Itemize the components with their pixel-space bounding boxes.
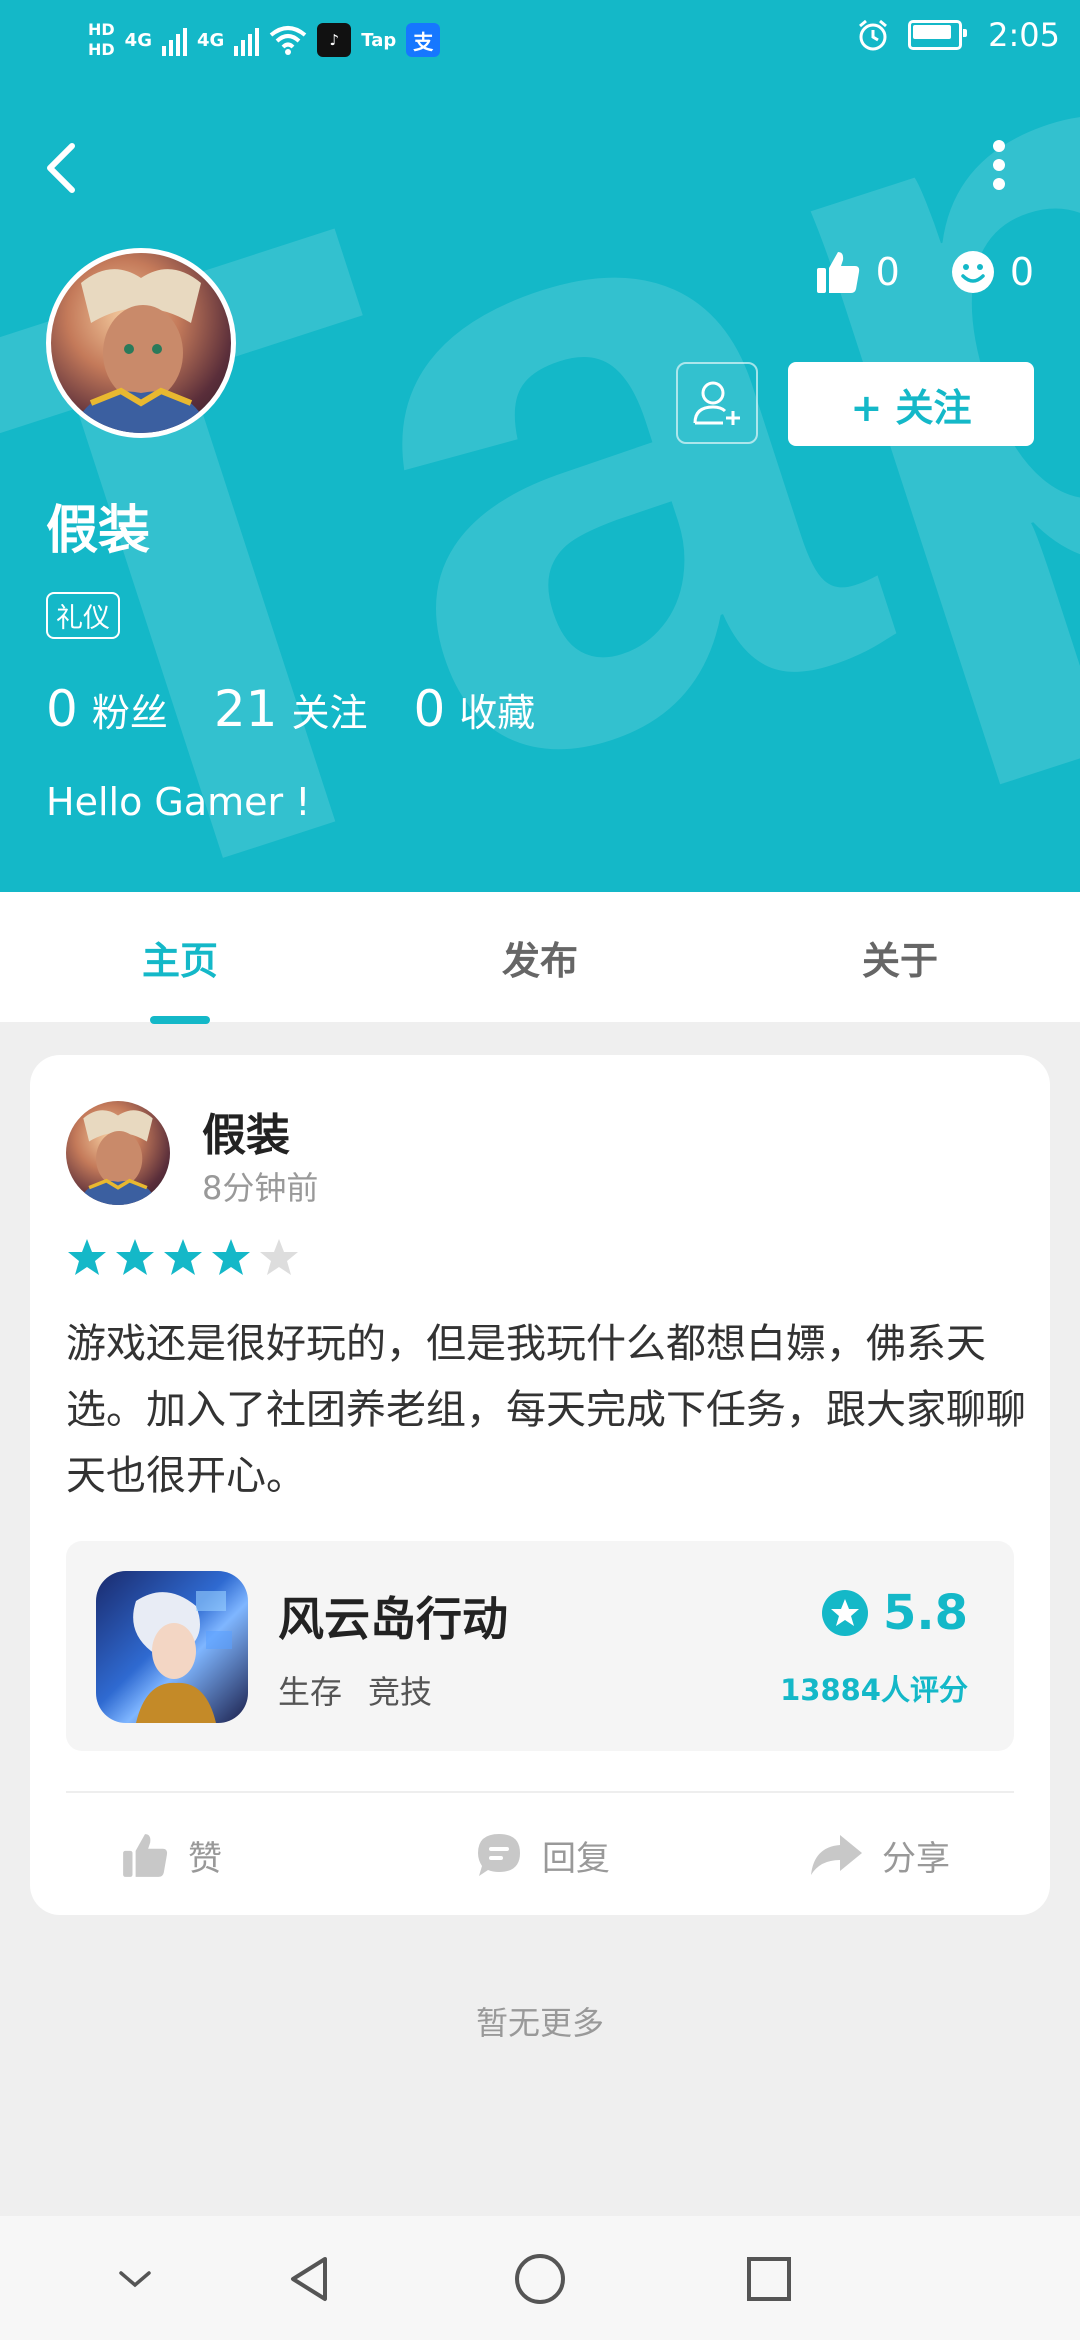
author-name[interactable]: 假装 bbox=[202, 1099, 290, 1163]
profile-counts: 0 粉丝 21 关注 0 收藏 bbox=[46, 680, 535, 738]
taptap-watermark: TapT bbox=[0, 40, 1080, 892]
profile-bio: Hello Gamer ! bbox=[46, 780, 311, 824]
network-type-1: 4G bbox=[124, 29, 152, 51]
reply-button[interactable]: 回复 bbox=[474, 1815, 610, 1895]
circle-home-icon bbox=[515, 2254, 565, 2304]
hd-indicator: HD HD bbox=[88, 20, 115, 59]
chevron-down-icon bbox=[119, 2271, 151, 2288]
fans-stat[interactable]: 0 粉丝 bbox=[46, 680, 168, 738]
avatar-illustration bbox=[71, 269, 211, 433]
clock: 2:05 bbox=[988, 16, 1060, 54]
divider bbox=[66, 1791, 1014, 1793]
tab-home[interactable]: 主页 bbox=[0, 892, 360, 1022]
add-user-icon bbox=[693, 381, 740, 425]
share-arrow-icon bbox=[811, 1835, 862, 1875]
game-name: 风云岛行动 bbox=[278, 1592, 508, 1646]
nav-collapse-button[interactable] bbox=[100, 2244, 170, 2314]
battery-icon bbox=[908, 20, 968, 50]
game-tag: 竞技 bbox=[368, 1673, 433, 1711]
system-nav-bar bbox=[0, 2216, 1080, 2340]
tab-indicator bbox=[150, 1016, 210, 1024]
star-empty-icon bbox=[260, 1239, 298, 1275]
review-card[interactable]: 假装 8分钟前 游戏还是很好玩的，但是我玩什么都想白嫖，佛系天选。加入了社团养老… bbox=[30, 1055, 1050, 1915]
nav-back-button[interactable] bbox=[274, 2244, 344, 2314]
likes-stat[interactable]: 0 bbox=[814, 248, 900, 296]
svg-text:TapT: TapT bbox=[0, 40, 1080, 892]
square-recents-icon bbox=[747, 2257, 791, 2301]
reaction-stats: 0 0 bbox=[814, 248, 1034, 296]
status-bar: HD HD 4G 4G ♪ Tap 支 2:05 bbox=[0, 0, 1080, 80]
star-filled-icon bbox=[68, 1239, 106, 1275]
smiles-count: 0 bbox=[1009, 250, 1034, 294]
profile-tabs: 主页 发布 关于 bbox=[0, 892, 1080, 1022]
likes-count: 0 bbox=[875, 250, 900, 294]
add-friend-button[interactable] bbox=[676, 362, 758, 444]
comment-icon bbox=[478, 1834, 520, 1876]
signal-icon bbox=[161, 24, 187, 56]
smiley-icon bbox=[951, 251, 994, 293]
following-stat[interactable]: 21 关注 bbox=[214, 680, 368, 738]
network-type-2: 4G bbox=[196, 29, 225, 51]
share-button[interactable]: 分享 bbox=[808, 1815, 950, 1895]
smiles-stat[interactable]: 0 bbox=[950, 249, 1034, 295]
follow-button[interactable]: + 关注 bbox=[788, 362, 1034, 446]
author-avatar-illustration bbox=[77, 1110, 159, 1205]
triangle-back-icon bbox=[291, 2257, 327, 2301]
thumbs-up-icon bbox=[816, 252, 859, 293]
review-text: 游戏还是很好玩的，但是我玩什么都想白嫖，佛系天选。加入了社团养老组，每天完成下任… bbox=[66, 1321, 1026, 1499]
back-arrow-icon bbox=[47, 143, 75, 193]
tiktok-icon: ♪ bbox=[317, 23, 352, 57]
user-tag[interactable]: 礼仪 bbox=[46, 592, 120, 639]
profile-header: TapT HD HD 4G 4G ♪ Tap 支 2:05 0 0 + 关注 假… bbox=[0, 0, 1080, 892]
tab-posts[interactable]: 发布 bbox=[360, 892, 720, 1022]
game-icon-art bbox=[133, 1591, 232, 1723]
game-tags: 生存 竞技 bbox=[278, 1667, 432, 1713]
star-badge-icon bbox=[821, 1590, 868, 1636]
game-icon bbox=[96, 1571, 248, 1723]
alipay-icon: 支 bbox=[406, 23, 441, 57]
more-options-button[interactable] bbox=[966, 128, 1032, 208]
alarm-icon bbox=[859, 19, 888, 51]
taptap-icon: Tap bbox=[361, 29, 397, 51]
game-card[interactable]: 风云岛行动 生存 竞技 5.8 13884人评分 bbox=[66, 1541, 1014, 1751]
back-button[interactable] bbox=[36, 128, 96, 208]
no-more-label: 暂无更多 bbox=[475, 2004, 604, 2042]
game-tag: 生存 bbox=[278, 1673, 343, 1711]
post-time: 8分钟前 bbox=[202, 1169, 319, 1207]
star-filled-icon bbox=[116, 1239, 154, 1275]
rating-count: 13884人评分 bbox=[780, 1673, 968, 1707]
author-avatar[interactable] bbox=[66, 1101, 170, 1205]
signal-icon-2 bbox=[234, 24, 260, 56]
star-filled-icon bbox=[212, 1239, 250, 1275]
game-score: 5.8 bbox=[821, 1585, 968, 1641]
star-rating bbox=[66, 1237, 300, 1279]
star-filled-icon bbox=[164, 1239, 202, 1275]
tab-about[interactable]: 关于 bbox=[720, 892, 1080, 1022]
more-vertical-icon bbox=[993, 140, 1005, 190]
thumbs-up-icon bbox=[123, 1834, 168, 1877]
nav-home-button[interactable] bbox=[505, 2244, 575, 2314]
like-button[interactable]: 赞 bbox=[120, 1815, 222, 1895]
wifi-icon bbox=[270, 26, 307, 55]
username: 假装 bbox=[46, 501, 151, 561]
profile-avatar[interactable] bbox=[46, 248, 236, 438]
favorites-stat[interactable]: 0 收藏 bbox=[413, 680, 535, 738]
nav-recents-button[interactable] bbox=[734, 2244, 804, 2314]
